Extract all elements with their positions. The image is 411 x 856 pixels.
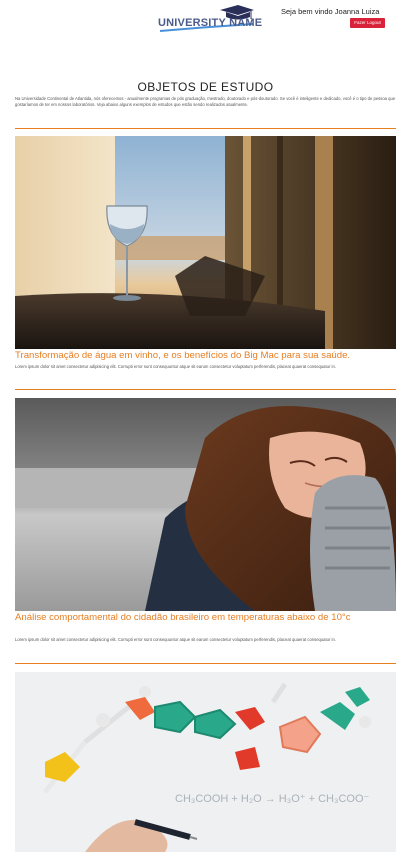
molecule-image: CH₃COOH + H₂O → H₃O⁺ + CH₃COO⁻ [15, 672, 396, 852]
divider [15, 128, 396, 129]
article-title[interactable]: Análise comportamental do cidadão brasil… [15, 612, 396, 623]
article-summary: Lorem ipsum dolor sit amet consectetur a… [15, 364, 336, 369]
divider [15, 663, 396, 664]
header: UNIVERSITY NAME Seja bem vindo Joanna Lu… [0, 0, 411, 40]
article-summary: Lorem ipsum dolor sit amet consectetur a… [15, 637, 336, 642]
wine-glass-image [15, 136, 396, 349]
divider [15, 389, 396, 390]
article-image-molecule[interactable]: CH₃COOH + H₂O → H₃O⁺ + CH₃COO⁻ [15, 672, 396, 852]
article-title[interactable]: Transformação de água em vinho, e os ben… [15, 350, 396, 361]
page-title: OBJETOS DE ESTUDO [137, 80, 274, 94]
article-image-cold[interactable] [15, 398, 396, 611]
logout-button[interactable]: Fazer Logout [350, 18, 385, 28]
svg-text:CH₃COOH + H₂O → H₃O⁺ + CH₃COO⁻: CH₃COOH + H₂O → H₃O⁺ + CH₃COO⁻ [175, 793, 370, 805]
university-logo[interactable]: UNIVERSITY NAME [158, 4, 262, 34]
article-image-wine[interactable] [15, 136, 396, 349]
intro-text: Na Universidade Continental de Atlantida… [15, 96, 396, 107]
logo-text: UNIVERSITY NAME [158, 17, 263, 29]
cold-weather-image [15, 398, 396, 611]
welcome-message: Seja bem vindo Joanna Luiza [281, 7, 380, 16]
